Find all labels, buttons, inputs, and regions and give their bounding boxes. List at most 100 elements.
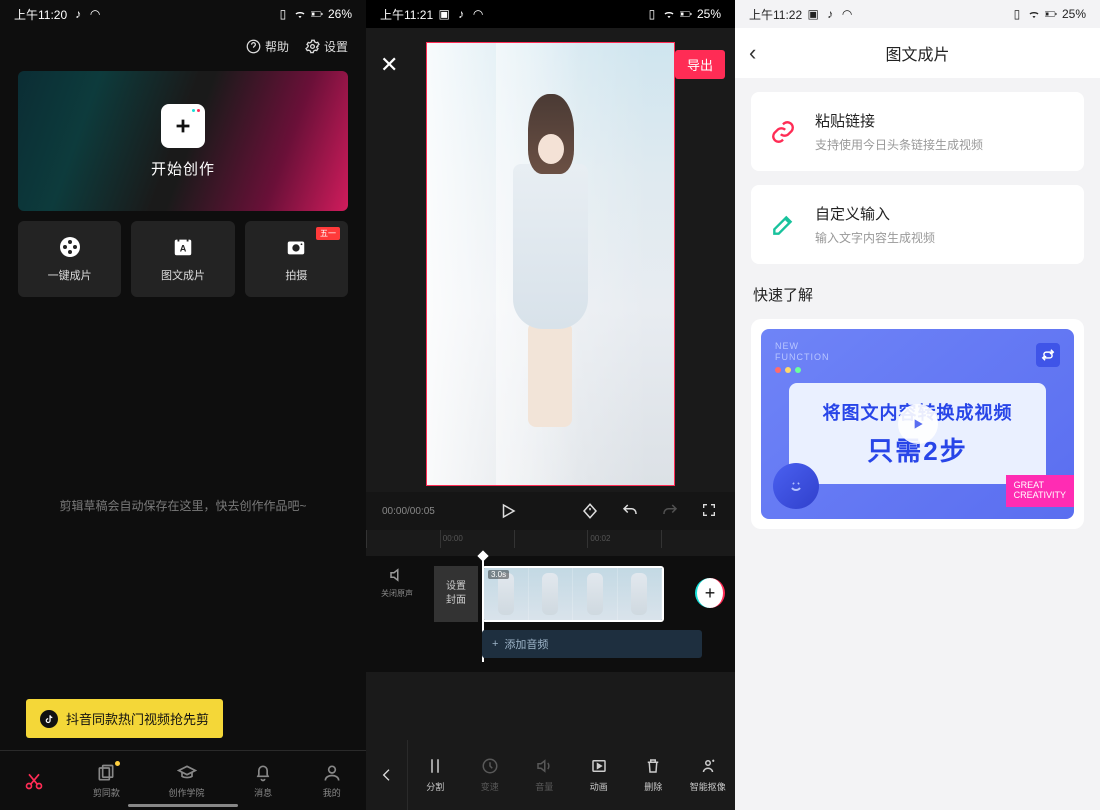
edit-icon [767, 209, 799, 241]
create-label: 开始创作 [151, 158, 215, 179]
tool-text2video[interactable]: A 图文成片 [131, 221, 234, 297]
delete-icon [644, 757, 662, 775]
card-paste-link[interactable]: 粘贴链接 支持使用今日头条链接生成视频 [751, 92, 1084, 171]
link-icon [767, 116, 799, 148]
tool-volume[interactable]: 音量 [517, 757, 572, 793]
close-button[interactable]: ✕ [380, 52, 398, 78]
export-button[interactable]: 导出 [675, 50, 725, 79]
status-time: 上午11:21 [380, 6, 433, 23]
cutout-icon [699, 757, 717, 775]
plus-icon: + [492, 638, 498, 650]
add-clip-button[interactable]: + [695, 578, 725, 608]
nav-edit[interactable] [24, 771, 44, 791]
nav-messages[interactable]: 消息 [253, 763, 273, 799]
timecode: 00:00/00:05 [382, 506, 435, 517]
clip-thumb [529, 568, 574, 620]
time-ruler[interactable]: 00:00 00:02 [366, 530, 735, 548]
settings-label: 设置 [324, 38, 348, 55]
tool-delete[interactable]: 删除 [626, 757, 681, 793]
clip-thumb [573, 568, 618, 620]
battery-icon [311, 8, 323, 20]
tools-row: 一键成片 A 图文成片 五一 拍摄 [0, 221, 366, 297]
nav-label: 剪同款 [93, 786, 120, 799]
tool-split[interactable]: 分割 [408, 757, 463, 793]
keyframe-button[interactable] [581, 502, 599, 520]
person-figure [508, 84, 593, 444]
help-button[interactable]: 帮助 [246, 38, 289, 55]
status-bar: 上午11:20 ♪ ◠ ▯ 26% [0, 0, 366, 28]
nav-templates[interactable]: 剪同款 [93, 763, 120, 799]
tool-label: 图文成片 [161, 267, 205, 283]
home-indicator [128, 804, 238, 807]
card-custom-input[interactable]: 自定义输入 输入文字内容生成视频 [751, 185, 1084, 264]
set-cover-button[interactable]: 设置 封面 [434, 566, 478, 622]
promo-card[interactable]: NEW FUNCTION 将图文内容转换成视频 只需2步 GREAT CREAT… [751, 319, 1084, 529]
clip-duration: 3.0s [488, 570, 509, 579]
video-clip[interactable]: 3.0s [482, 566, 664, 622]
tool-speed[interactable]: 变速 [463, 757, 518, 793]
mute-toggle[interactable]: 关闭原声 [366, 566, 428, 599]
add-audio-track[interactable]: + 添加音频 [482, 630, 702, 658]
calendar-a-icon: A [171, 235, 195, 259]
bell-icon [253, 763, 273, 783]
undo-button[interactable] [621, 502, 639, 520]
redo-button[interactable] [661, 502, 679, 520]
battery-icon [680, 8, 692, 20]
phone-icon: ▯ [1011, 8, 1023, 20]
card-subtitle: 输入文字内容生成视频 [815, 229, 935, 246]
person-icon [322, 763, 342, 783]
phone-icon: ▯ [277, 8, 289, 20]
tool-animation[interactable]: 动画 [572, 757, 627, 793]
graduation-icon [177, 763, 197, 783]
promo-toast[interactable]: 抖音同款热门视频抢先剪 [26, 699, 223, 738]
section-title: 快速了解 [753, 284, 1082, 305]
smiley-coin-icon [773, 463, 819, 509]
headphone-icon: ◠ [841, 8, 853, 20]
nav-profile[interactable]: 我的 [322, 763, 342, 799]
nav-label: 创作学院 [169, 786, 205, 799]
bottom-nav: 剪同款 创作学院 消息 我的 [0, 750, 366, 810]
volume-icon [535, 757, 553, 775]
promo-tag: GREAT CREATIVITY [1006, 475, 1074, 507]
screen-editor: 上午11:21 ▣ ♪ ◠ ▯ 25% ✕ 1080P 导出 00:00/00:… [366, 0, 735, 810]
animation-icon [590, 757, 608, 775]
fullscreen-button[interactable] [701, 502, 719, 520]
badge-51: 五一 [316, 227, 340, 240]
status-battery: 25% [1062, 7, 1086, 21]
tool-label: 拍摄 [285, 267, 307, 283]
templates-icon [96, 763, 116, 783]
headphone-icon: ◠ [472, 8, 484, 20]
toast-text: 抖音同款热门视频抢先剪 [66, 709, 209, 728]
settings-button[interactable]: 设置 [305, 38, 348, 55]
tool-camera[interactable]: 五一 拍摄 [245, 221, 348, 297]
status-battery: 26% [328, 7, 352, 21]
playback-bar: 00:00/00:05 [366, 492, 735, 530]
plus-icon [161, 104, 205, 148]
nav-label: 消息 [254, 786, 272, 799]
douyin-icon [40, 710, 58, 728]
window-dots [775, 367, 801, 373]
toolbar-back-button[interactable] [366, 740, 408, 810]
screen-home: 上午11:20 ♪ ◠ ▯ 26% 帮助 设置 开始创作 一键成片 [0, 0, 366, 810]
tool-cutout[interactable]: 智能抠像 [681, 757, 736, 793]
top-actions: 帮助 设置 [0, 28, 366, 61]
page-body: 粘贴链接 支持使用今日头条链接生成视频 自定义输入 输入文字内容生成视频 快速了… [735, 78, 1100, 543]
wifi-icon [1028, 8, 1040, 20]
card-title: 粘贴链接 [815, 110, 983, 131]
music-icon: ♪ [824, 8, 836, 20]
timeline[interactable]: 关闭原声 设置 封面 3.0s + + 添加音频 [366, 556, 735, 672]
back-button[interactable]: ‹ [749, 40, 756, 66]
tool-oneclick[interactable]: 一键成片 [18, 221, 121, 297]
status-bar: 上午11:22 ▣ ♪ ◠ ▯ 25% [735, 0, 1100, 28]
page-title: 图文成片 [885, 41, 949, 65]
video-preview[interactable] [426, 42, 675, 486]
empty-drafts-message: 剪辑草稿会自动保存在这里，快去创作作品吧~ [0, 497, 366, 514]
status-time: 上午11:22 [749, 6, 802, 23]
play-button[interactable] [499, 502, 517, 520]
audio-label: 添加音频 [504, 636, 548, 652]
play-icon [898, 404, 938, 444]
create-hero[interactable]: 开始创作 [18, 71, 348, 211]
status-time: 上午11:20 [14, 6, 67, 23]
speed-icon [481, 757, 499, 775]
nav-academy[interactable]: 创作学院 [169, 763, 205, 799]
